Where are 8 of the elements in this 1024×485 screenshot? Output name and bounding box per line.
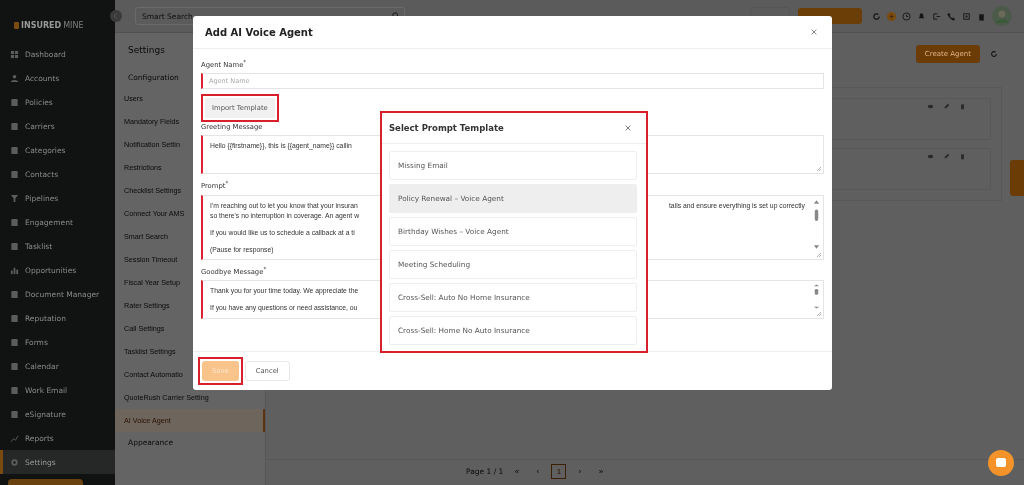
- panel-title: Settings: [128, 45, 165, 57]
- page-button[interactable]: ‹: [530, 463, 546, 479]
- page-button[interactable]: »: [593, 463, 609, 479]
- page-button[interactable]: ›: [572, 463, 588, 479]
- dialog-title: Select Prompt Template: [389, 123, 504, 133]
- logo: INSURED MINE: [0, 0, 115, 30]
- modal-title: Add AI Voice Agent: [205, 26, 313, 38]
- page-button[interactable]: «: [509, 463, 525, 479]
